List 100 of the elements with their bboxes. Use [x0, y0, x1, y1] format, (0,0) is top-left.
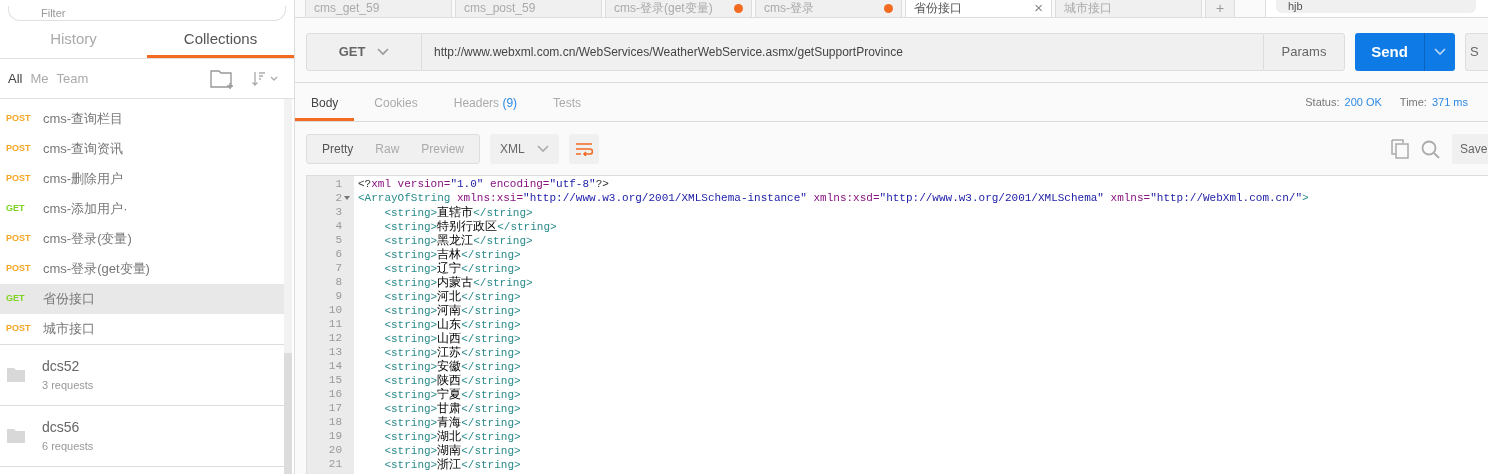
- request-name: cms-登录(get变量): [43, 260, 150, 279]
- tab-label: 城市接口: [1064, 0, 1113, 16]
- params-button[interactable]: Params: [1263, 33, 1345, 71]
- code-line: <string>直辖市</string>: [383, 205, 533, 219]
- line-number: 14: [328, 358, 342, 374]
- line-number: 4: [335, 218, 342, 234]
- line-number: 18: [328, 414, 342, 430]
- method-label: POST: [5, 322, 32, 336]
- copy-icon[interactable]: [1391, 139, 1409, 159]
- new-folder-icon[interactable]: [210, 68, 236, 89]
- code-line: <string>湖北</string>: [383, 429, 521, 443]
- request-name: cms-登录(变量): [43, 230, 132, 249]
- url-field[interactable]: http://www.webxml.com.cn/WebServices/WeatherWebService.asmx/getSupportProvince: [422, 33, 1263, 71]
- wrap-lines-icon: [574, 142, 593, 156]
- request-name: 城市接口: [43, 320, 95, 339]
- method-label: POST: [5, 232, 32, 246]
- environment-field[interactable]: hjb: [1276, 0, 1476, 13]
- caret-icon: [536, 145, 549, 153]
- collection-name: dcs52: [42, 357, 81, 377]
- close-tab-button[interactable]: ×: [1034, 0, 1043, 16]
- filter-field[interactable]: Filter: [8, 6, 286, 21]
- request-name: 省份接口: [43, 290, 95, 309]
- code-line: <string>辽宁</string>: [383, 261, 521, 275]
- line-number: 8: [335, 274, 342, 290]
- line-number: 2: [335, 190, 342, 206]
- new-tab-button[interactable]: +: [1205, 0, 1235, 17]
- line-number: 20: [328, 442, 342, 458]
- request-item[interactable]: POST 城市接口: [0, 314, 284, 344]
- owner-filter[interactable]: Me: [30, 68, 49, 89]
- method-label: GET: [5, 292, 26, 306]
- caret-icon: [270, 75, 278, 82]
- line-number: 12: [328, 330, 342, 346]
- caret-icon: [377, 48, 390, 56]
- time-label: Time:: [1399, 95, 1427, 111]
- request-item[interactable]: POST cms-登录(变量): [0, 224, 284, 254]
- method-label: POST: [5, 142, 32, 156]
- format-dropdown[interactable]: XML: [490, 134, 559, 164]
- line-number: 6: [335, 246, 342, 262]
- request-name: cms-添加用户·: [43, 200, 128, 219]
- line-number: 10: [328, 302, 342, 318]
- method-label: GET: [5, 202, 26, 216]
- line-number: 5: [335, 232, 342, 248]
- line-number: 21: [328, 456, 342, 472]
- code-line: <string>陕西</string>: [383, 373, 521, 387]
- line-number: 7: [335, 260, 342, 276]
- sort-icon: [252, 70, 266, 87]
- line-number: 11: [328, 316, 342, 332]
- tab-label: cms-登录: [764, 0, 815, 16]
- code-line: <string>山东</string>: [383, 317, 521, 331]
- request-item[interactable]: GET cms-添加用户·: [0, 194, 284, 224]
- line-number: 19: [328, 428, 342, 444]
- code-line: <?xml version="1.0" encoding="utf-8"?>: [358, 177, 609, 191]
- code-line: <string>吉林</string>: [383, 247, 521, 261]
- code-line: <string>宁夏</string>: [383, 387, 521, 401]
- code-line: <string>黑龙江</string>: [383, 233, 533, 247]
- line-number: 13: [328, 344, 342, 360]
- code-line: <string>河南</string>: [383, 303, 521, 317]
- request-item[interactable]: POST cms-查询栏目: [0, 104, 284, 134]
- method-dropdown[interactable]: GET: [306, 33, 422, 71]
- tab-label: 省份接口: [914, 0, 963, 16]
- line-number: 16: [328, 386, 342, 402]
- status-label: Status:: [1305, 95, 1340, 111]
- sort-button[interactable]: [252, 70, 278, 87]
- response-tab[interactable]: Body: [295, 87, 355, 121]
- tab-label: cms_get_59: [314, 0, 381, 16]
- line-number: 15: [328, 372, 342, 388]
- line-number: 3: [335, 204, 342, 220]
- request-item[interactable]: POST cms-查询资讯: [0, 134, 284, 164]
- method-label: POST: [5, 172, 32, 186]
- scrollbar-thumb[interactable]: [284, 353, 292, 474]
- request-tab[interactable]: 省份接口 ×: [905, 0, 1052, 17]
- code-line: <string>青海</string>: [383, 415, 521, 429]
- caret-icon: [1434, 48, 1446, 56]
- view-mode-tab[interactable]: Pretty: [311, 135, 365, 163]
- owner-filter[interactable]: All: [8, 68, 23, 89]
- line-number: 9: [335, 288, 342, 304]
- request-name: cms-删除用户: [43, 170, 124, 189]
- tab-label: cms-登录(get变量): [614, 0, 714, 16]
- save-response-button[interactable]: Save: [1452, 134, 1488, 164]
- send-options-button[interactable]: [1424, 33, 1455, 71]
- edge-button[interactable]: S: [1465, 33, 1488, 71]
- response-tab[interactable]: Headers (9): [437, 87, 534, 121]
- code-line: <string>甘肃</string>: [383, 401, 521, 415]
- line-number: 17: [328, 400, 342, 416]
- code-line: <string>山西</string>: [383, 331, 521, 345]
- line-number: 1: [335, 176, 342, 192]
- code-line: <string>特别行政区</string>: [383, 219, 557, 233]
- code-line: <string>内蒙古</string>: [383, 275, 533, 289]
- folder-icon: [7, 428, 25, 444]
- request-item[interactable]: POST cms-删除用户: [0, 164, 284, 194]
- fold-caret-icon[interactable]: [344, 196, 350, 200]
- wrap-button[interactable]: [568, 134, 599, 164]
- search-icon[interactable]: [1421, 139, 1440, 159]
- method-label: POST: [5, 112, 32, 126]
- request-item[interactable]: POST cms-登录(get变量): [0, 254, 284, 284]
- send-button[interactable]: Send: [1355, 33, 1424, 71]
- request-item[interactable]: GET 省份接口: [0, 284, 284, 314]
- collection-name: dcs56: [42, 418, 81, 438]
- folder-icon: [7, 367, 25, 383]
- code-line: <string>江苏</string>: [383, 345, 521, 359]
